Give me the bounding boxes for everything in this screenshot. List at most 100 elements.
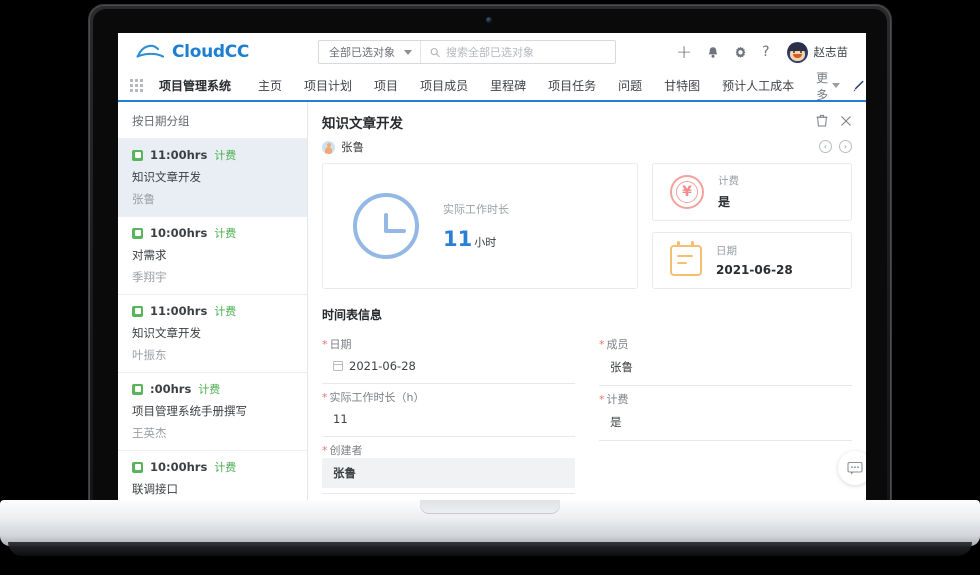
field-creator-value: 张鲁 — [322, 458, 575, 488]
billable-card-label: 计费 — [718, 173, 739, 188]
search-scope-dropdown[interactable]: 全部已选对象 — [319, 41, 421, 63]
hours-card-value: 11 — [443, 227, 472, 251]
tab-home[interactable]: 主页 — [247, 77, 293, 94]
search-input[interactable] — [446, 46, 615, 59]
gear-icon[interactable] — [734, 46, 747, 59]
tab-project-tasks[interactable]: 项目任务 — [537, 77, 607, 94]
record-actions: ‹ › — [816, 112, 852, 153]
brand-name: CloudCC — [172, 42, 249, 62]
list-item-hours: :00hrs — [150, 382, 191, 396]
field-member[interactable]: *成员 张鲁 — [599, 331, 852, 386]
tab-gantt[interactable]: 甘特图 — [653, 77, 711, 94]
list-item-user: 王英杰 — [132, 425, 295, 441]
chevron-down-icon — [404, 50, 412, 55]
nav-app-name[interactable]: 项目管理系统 — [159, 77, 247, 94]
help-icon[interactable]: ? — [762, 44, 769, 60]
field-work-hours-label: 实际工作时长（h） — [330, 391, 425, 404]
edit-pencil-icon[interactable] — [851, 79, 866, 93]
page-title: 知识文章开发 — [322, 112, 403, 132]
yen-icon: ¥ — [670, 175, 704, 209]
global-search[interactable]: 全部已选对象 — [318, 40, 616, 64]
list-item[interactable]: :00hrs 计费 项目管理系统手册撰写 王英杰 — [118, 372, 307, 450]
next-record-button[interactable]: › — [839, 140, 852, 153]
field-member-value: 张鲁 — [599, 352, 852, 380]
chat-button[interactable] — [838, 451, 866, 485]
record-header: 知识文章开发 张鲁 — [322, 112, 852, 155]
tab-more-label: 更多 — [816, 69, 828, 103]
laptop-mockup: CloudCC 全部已选对象 + — [0, 0, 980, 575]
field-creator[interactable]: *创建者 张鲁 — [322, 437, 575, 494]
list-item-title: 联调接口 — [132, 481, 295, 497]
required-marker: * — [322, 391, 328, 404]
billable-card: ¥ 计费 是 — [652, 163, 852, 221]
search-icon — [430, 47, 440, 58]
close-icon[interactable] — [840, 112, 852, 131]
date-card-value: 2021-06-28 — [716, 263, 793, 277]
tab-more[interactable]: 更多 — [805, 69, 851, 103]
calendar-icon — [333, 361, 343, 371]
hours-card: 实际工作时长 11小时 — [322, 163, 638, 289]
list-item[interactable]: 11:00hrs 计费 知识文章开发 叶振东 — [118, 294, 307, 372]
field-billable[interactable]: *计费 是 — [599, 386, 852, 441]
list-item-user: 季翔宇 — [132, 269, 295, 285]
top-bar: CloudCC 全部已选对象 + — [118, 33, 866, 71]
hours-card-unit: 小时 — [474, 236, 496, 249]
summary-cards: 实际工作时长 11小时 ¥ 计费 是 — [322, 163, 852, 289]
tab-milestone[interactable]: 里程碑 — [479, 77, 537, 94]
field-billable-label: 计费 — [607, 393, 629, 406]
timesheet-list-sidebar[interactable]: 按日期分组 11:00hrs 计费 知识文章开发 张鲁 10:00hrs 计费 — [118, 102, 308, 503]
list-item[interactable]: 10:00hrs 计费 对需求 季翔宇 — [118, 216, 307, 294]
sidebar-group-header: 按日期分组 — [118, 102, 307, 138]
timesheet-icon — [132, 384, 143, 395]
field-work-hours[interactable]: *实际工作时长（h） 11 — [322, 384, 575, 437]
field-date[interactable]: *日期 2021-06-28 — [322, 331, 575, 384]
form-fields: *日期 2021-06-28 *实际工作时长（h） 11 *创建者 — [322, 331, 852, 494]
nav-bar: 项目管理系统 主页 项目计划 项目 项目成员 里程碑 项目任务 问题 甘特图 预… — [118, 71, 866, 102]
list-item-user: 叶振东 — [132, 347, 295, 363]
avatar — [322, 141, 335, 154]
record-owner: 张鲁 — [322, 139, 403, 155]
tab-project-members[interactable]: 项目成员 — [409, 77, 479, 94]
webcam-icon — [486, 17, 492, 23]
field-date-value: 2021-06-28 — [349, 359, 416, 373]
list-item-hours: 10:00hrs — [150, 460, 207, 474]
required-marker: * — [322, 444, 328, 457]
record-owner-name: 张鲁 — [341, 139, 364, 155]
laptop-base — [0, 500, 980, 546]
timesheet-icon — [132, 462, 143, 473]
billable-card-value: 是 — [718, 193, 739, 210]
delete-icon[interactable] — [816, 112, 828, 131]
list-item[interactable]: 11:00hrs 计费 知识文章开发 张鲁 — [118, 138, 307, 216]
list-item-billable: 计费 — [214, 225, 236, 241]
bell-icon[interactable] — [707, 46, 719, 59]
avatar — [787, 42, 808, 63]
prev-record-button[interactable]: ‹ — [819, 140, 832, 153]
calendar-icon — [670, 245, 702, 276]
cloudcc-logo[interactable]: CloudCC — [130, 42, 280, 62]
chevron-down-icon — [832, 83, 840, 88]
list-item-billable: 计费 — [214, 459, 236, 475]
field-billable-value: 是 — [599, 407, 852, 435]
required-marker: * — [599, 338, 605, 351]
tab-project[interactable]: 项目 — [363, 77, 409, 94]
list-item[interactable]: 10:00hrs 计费 联调接口 张佳林 — [118, 450, 307, 503]
tab-project-plan[interactable]: 项目计划 — [293, 77, 363, 94]
user-menu[interactable]: 赵志苗 — [787, 42, 849, 63]
date-card: 日期 2021-06-28 — [652, 232, 852, 290]
search-field[interactable] — [421, 46, 615, 59]
app-launcher-icon[interactable] — [130, 79, 143, 92]
section-title: 时间表信息 — [322, 306, 852, 323]
top-bar-actions: + ? 赵志 — [676, 42, 854, 63]
add-icon[interactable]: + — [676, 43, 692, 62]
chat-bubble-icon — [847, 461, 863, 476]
tab-estimated-labor-cost[interactable]: 预计人工成本 — [711, 77, 805, 94]
laptop-base-shadow — [8, 542, 972, 556]
date-card-label: 日期 — [716, 243, 793, 258]
list-item-hours: 10:00hrs — [150, 226, 207, 240]
search-scope-label: 全部已选对象 — [329, 44, 395, 60]
timesheet-icon — [132, 306, 143, 317]
list-item-billable: 计费 — [214, 303, 236, 319]
tab-issues[interactable]: 问题 — [607, 77, 653, 94]
list-item-billable: 计费 — [198, 381, 220, 397]
list-item-title: 知识文章开发 — [132, 169, 295, 185]
